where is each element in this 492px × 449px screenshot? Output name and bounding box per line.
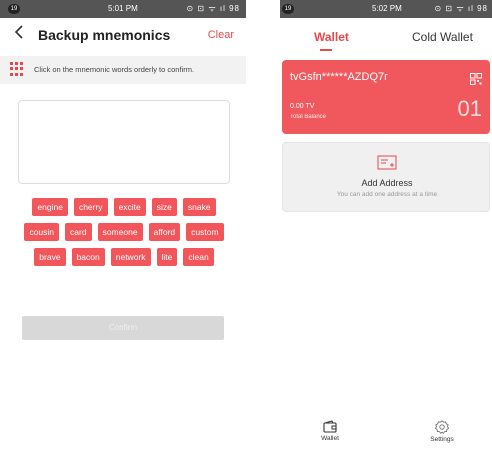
word-chip[interactable]: someone [97, 223, 143, 241]
word-chip[interactable]: card [65, 223, 92, 241]
wallet-index: 01 [457, 96, 482, 121]
qr-code-icon[interactable] [470, 72, 482, 85]
status-bar: 19 5:02 PM ⊙ ⊡ ᯤ ıl 98 [280, 0, 492, 18]
word-chip[interactable]: lite [156, 248, 178, 266]
word-row: cousin card someone afford custom [14, 223, 234, 241]
word-row: brave bacon network lite clean [14, 248, 234, 266]
word-chip[interactable]: excite [113, 198, 146, 216]
word-chip[interactable]: snake [182, 198, 216, 216]
notification-badge: 19 [282, 4, 294, 14]
word-chip[interactable]: engine [32, 198, 68, 216]
address-card-icon [377, 155, 397, 170]
nav-settings[interactable]: Settings [412, 420, 472, 443]
hint-bar: Click on the mnemonic words orderly to c… [0, 56, 246, 84]
wallet-address: tvGsfn******AZDQ7r [290, 71, 388, 83]
word-chip[interactable]: brave [34, 248, 66, 266]
word-chip[interactable]: size [151, 198, 177, 216]
nav-wallet-label: Wallet [321, 435, 339, 442]
word-chip[interactable]: network [110, 248, 151, 266]
confirm-button[interactable]: Confirm [22, 316, 224, 340]
word-chip[interactable]: cousin [24, 223, 60, 241]
mnemonic-answer-box[interactable] [18, 100, 230, 184]
wallet-card[interactable]: tvGsfn******AZDQ7r 0.00 TV Total Balance… [282, 60, 490, 134]
gear-icon [435, 420, 449, 434]
grid-icon [10, 62, 24, 76]
tab-wallet[interactable]: Wallet [314, 30, 349, 44]
word-chip[interactable]: afford [148, 223, 181, 241]
status-bar: 19 5:01 PM ⊙ ⊡ ᯤ ıl 98 [0, 0, 246, 18]
nav-wallet[interactable]: Wallet [300, 420, 360, 442]
word-chips: engine cherry excite size snake cousin c… [14, 198, 234, 273]
status-icons: ⊙ ⊡ ᯤ ıl 98 [186, 4, 240, 13]
backup-mnemonics-screen: 19 5:01 PM ⊙ ⊡ ᯤ ıl 98 Backup mnemonics … [0, 0, 246, 449]
add-address-subtitle: You can add one address at a time [336, 191, 438, 198]
balance-label: Total Balance [290, 114, 327, 120]
status-icons: ⊙ ⊡ ᯤ ıl 98 [434, 4, 488, 13]
page-title: Backup mnemonics [38, 27, 171, 43]
active-tab-indicator [320, 49, 332, 51]
screenshot-canvas: 19 5:01 PM ⊙ ⊡ ᯤ ıl 98 Backup mnemonics … [0, 0, 492, 449]
back-button[interactable] [14, 24, 24, 45]
notification-badge: 19 [8, 4, 20, 14]
word-chip[interactable]: bacon [71, 248, 105, 266]
word-chip[interactable]: custom [186, 223, 224, 241]
wallet-balance: 0.00 TV [290, 103, 315, 110]
add-address-card[interactable]: Add Address You can add one address at a… [282, 142, 490, 212]
bottom-nav: Wallet Settings [280, 418, 492, 449]
word-chip[interactable]: clean [183, 248, 214, 266]
tab-cold-wallet[interactable]: Cold Wallet [412, 30, 473, 44]
hint-text: Click on the mnemonic words orderly to c… [34, 65, 195, 74]
status-time: 5:02 PM [372, 4, 402, 13]
wallet-icon [323, 420, 337, 433]
chevron-left-icon [14, 25, 23, 39]
word-chip[interactable]: cherry [73, 198, 108, 216]
wallet-tabs: Wallet Cold Wallet [280, 30, 492, 52]
wallet-screen: 19 5:02 PM ⊙ ⊡ ᯤ ıl 98 Wallet Cold Walle… [280, 0, 492, 449]
add-address-title: Add Address [361, 178, 413, 188]
nav-settings-label: Settings [430, 436, 454, 443]
header: Backup mnemonics Clear [0, 22, 246, 50]
word-row: engine cherry excite size snake [14, 198, 234, 216]
status-time: 5:01 PM [108, 4, 138, 13]
clear-button[interactable]: Clear [208, 29, 234, 41]
